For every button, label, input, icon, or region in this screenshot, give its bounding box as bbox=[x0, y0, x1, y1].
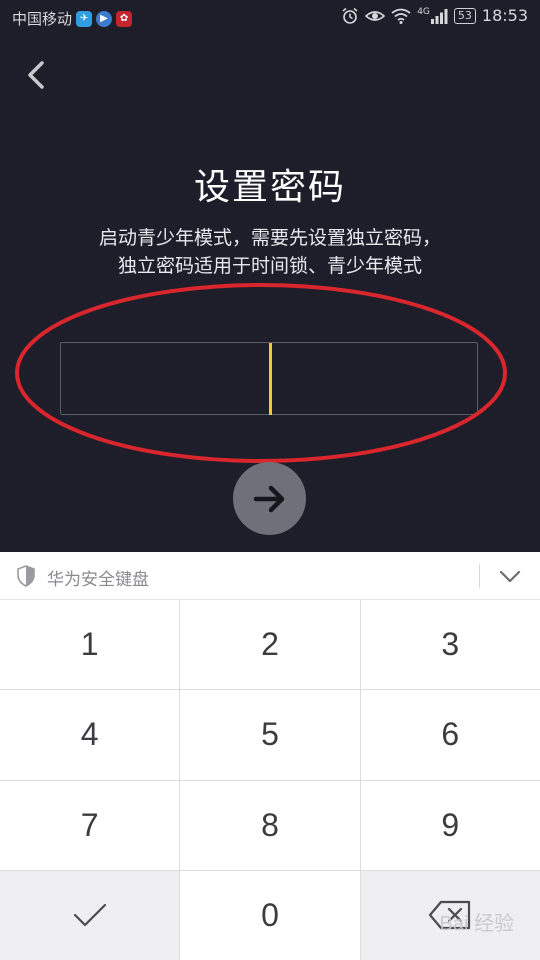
key-4[interactable]: 4 bbox=[0, 690, 180, 780]
keyboard-header: 华为安全键盘 bbox=[0, 552, 540, 600]
arrow-right-icon bbox=[253, 485, 284, 512]
key-0[interactable]: 0 bbox=[180, 870, 360, 960]
text-cursor bbox=[269, 343, 272, 415]
numeric-keypad: 1 2 3 4 5 6 7 8 9 0 bbox=[0, 600, 540, 960]
key-1[interactable]: 1 bbox=[0, 600, 180, 690]
signal-icon bbox=[430, 8, 448, 24]
chevron-down-icon[interactable] bbox=[497, 566, 523, 586]
password-input[interactable] bbox=[60, 342, 478, 415]
status-left: 中国移动 ✈ ▶ ✿ bbox=[12, 8, 133, 29]
key-3[interactable]: 3 bbox=[360, 600, 540, 690]
chevron-left-icon bbox=[28, 61, 44, 89]
carrier-name: 中国移动 bbox=[12, 10, 73, 28]
watermark: Bai 经验 bbox=[439, 913, 514, 935]
clock: 18:53 bbox=[481, 6, 528, 25]
page-title: 设置密码 bbox=[193, 167, 346, 208]
huawei-app-icon: ✿ bbox=[116, 10, 133, 27]
key-5[interactable]: 5 bbox=[180, 690, 360, 780]
alarm-icon bbox=[342, 7, 358, 24]
telegram-icon: ✈ bbox=[76, 10, 93, 27]
eye-comfort-icon bbox=[365, 10, 386, 21]
key-8[interactable]: 8 bbox=[180, 780, 360, 870]
key-2[interactable]: 2 bbox=[180, 600, 360, 690]
description-line-2: 独立密码适用于时间锁、青少年模式 bbox=[117, 255, 422, 277]
status-bar: 中国移动 ✈ ▶ ✿ 4G 53 18:53 bbox=[0, 0, 540, 36]
key-9[interactable]: 9 bbox=[360, 780, 540, 870]
key-7[interactable]: 7 bbox=[0, 780, 180, 870]
page-description: 启动青少年模式，需要先设置独立密码， 独立密码适用于时间锁、青少年模式 bbox=[0, 224, 540, 280]
confirm-key[interactable] bbox=[0, 870, 180, 960]
status-right: 4G 53 18:53 bbox=[341, 6, 528, 25]
wifi-icon bbox=[391, 8, 411, 24]
keyboard-title: 华为安全键盘 bbox=[47, 570, 149, 590]
network-type-label: 4G bbox=[417, 6, 430, 17]
key-6[interactable]: 6 bbox=[360, 690, 540, 780]
checkmark-icon bbox=[73, 904, 106, 927]
battery-level: 53 bbox=[453, 7, 476, 24]
next-button[interactable] bbox=[233, 462, 306, 535]
back-button[interactable] bbox=[20, 58, 52, 92]
media-app-icon: ▶ bbox=[96, 10, 113, 27]
description-line-1: 启动青少年模式，需要先设置独立密码， bbox=[98, 227, 441, 249]
shield-icon bbox=[17, 565, 35, 587]
keyboard-divider bbox=[479, 564, 480, 588]
